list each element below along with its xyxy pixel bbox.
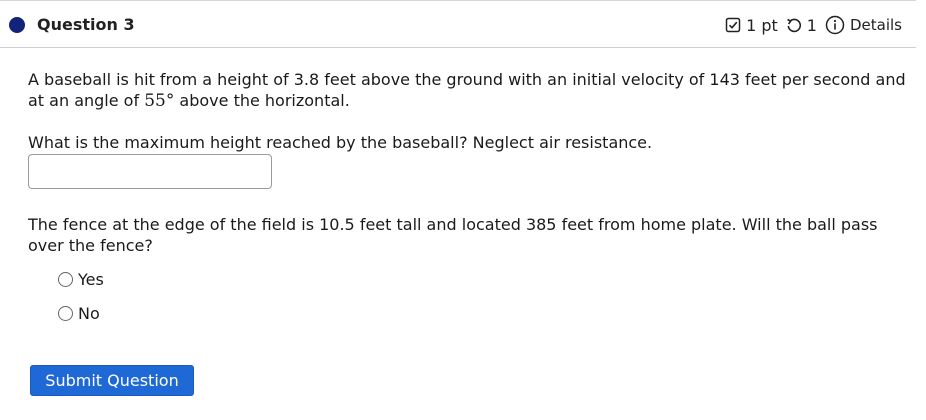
question-header: Question 3 1 pt 1 Details [0, 1, 916, 48]
checkbox-icon [725, 17, 741, 33]
part1-prompt: What is the maximum height reached by th… [28, 133, 653, 152]
option-no[interactable]: No [58, 304, 100, 323]
points-value: 1 pt [746, 15, 778, 35]
submit-question-button[interactable]: Submit Question [30, 365, 194, 396]
question-title: Question 3 [37, 15, 135, 34]
no-label: No [78, 304, 100, 323]
no-radio[interactable] [58, 306, 73, 321]
yes-label: Yes [78, 270, 104, 289]
question-status-dot [9, 17, 25, 33]
max-height-answer-input[interactable] [28, 154, 272, 189]
angle-value: 55° [144, 91, 175, 111]
retry-icon [786, 17, 802, 33]
part2-prompt: The fence at the edge of the field is 10… [28, 215, 878, 255]
yes-radio[interactable] [58, 272, 73, 287]
problem-statement: A baseball is hit from a height of 3.8 f… [28, 69, 908, 112]
details-link[interactable]: Details [850, 16, 902, 34]
option-yes[interactable]: Yes [58, 270, 104, 289]
problem-text-end: above the horizontal. [174, 91, 350, 110]
attempts-value: 1 [806, 15, 817, 35]
info-icon[interactable] [825, 15, 845, 35]
question-meta: 1 pt 1 Details [725, 15, 902, 35]
